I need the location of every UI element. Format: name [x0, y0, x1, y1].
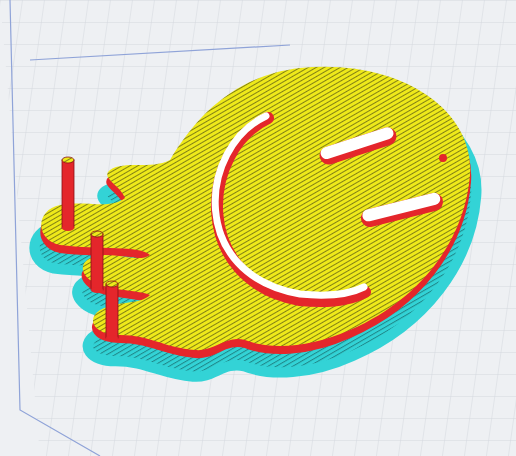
- infill: [41, 67, 470, 350]
- pillar: [91, 231, 103, 293]
- right-eye: [359, 191, 445, 229]
- left-eye: [317, 125, 399, 167]
- background: [0, 0, 516, 456]
- face-holes: [215, 116, 447, 301]
- pillar: [62, 157, 74, 231]
- plate-edge: [30, 45, 290, 60]
- dot: [439, 154, 447, 162]
- build-plate: [0, 0, 516, 456]
- layer-preview[interactable]: [0, 0, 516, 456]
- mouth: [217, 118, 365, 301]
- pillar: [106, 281, 118, 341]
- slicer-viewport[interactable]: [0, 0, 516, 456]
